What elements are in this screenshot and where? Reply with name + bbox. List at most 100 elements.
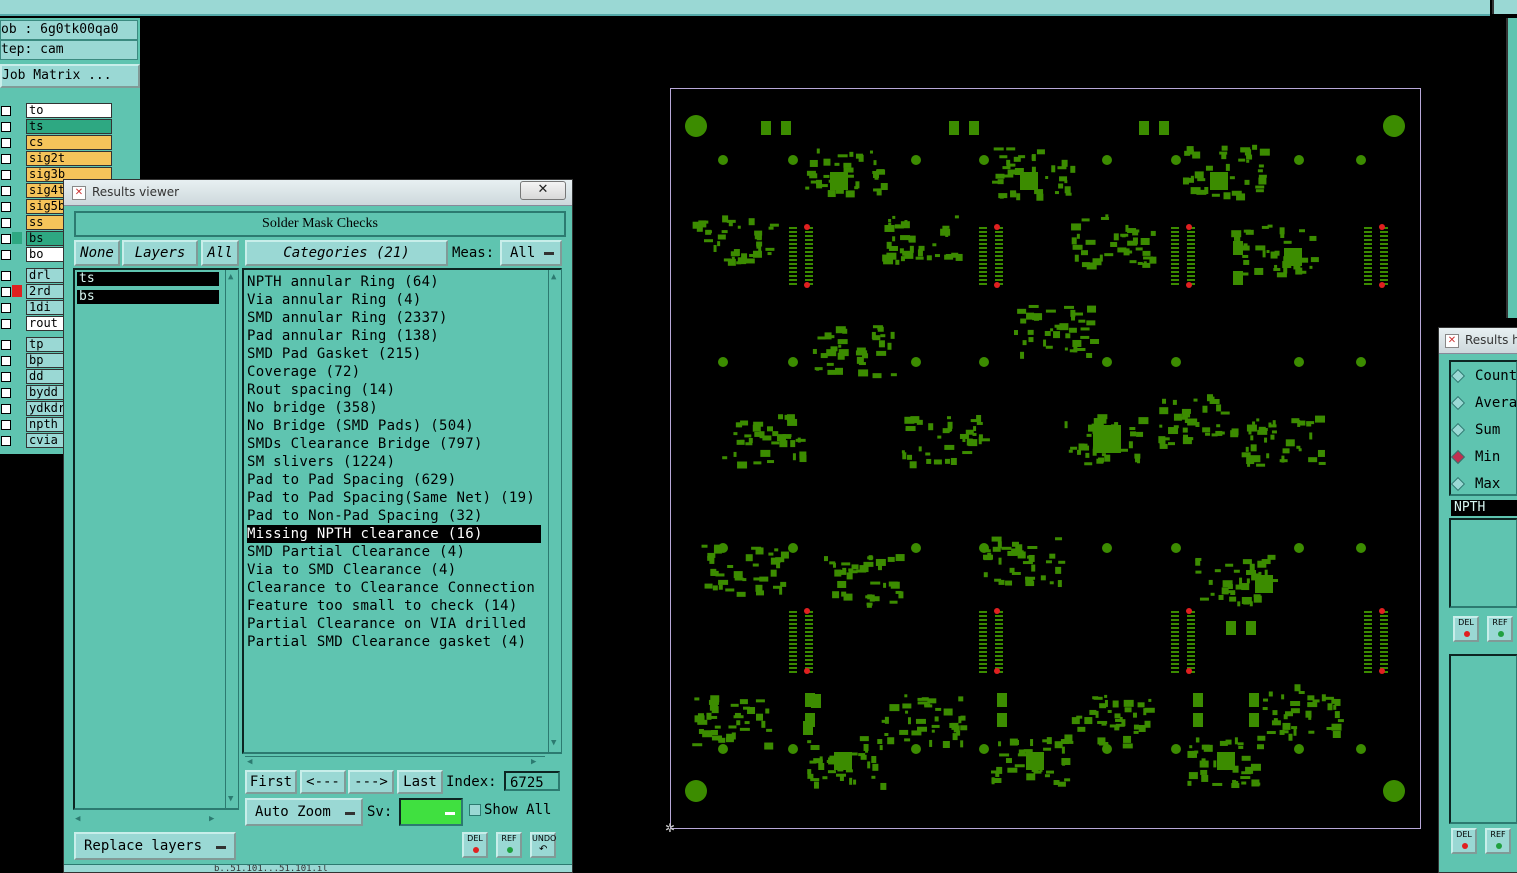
- layer-checkbox[interactable]: [1, 287, 11, 297]
- layers-vscroll[interactable]: ▲ ▼: [225, 270, 238, 808]
- layer-row-sig2t[interactable]: sig2t: [0, 151, 140, 166]
- radio-icon[interactable]: [1450, 368, 1466, 384]
- layer-checkbox[interactable]: [1, 106, 11, 116]
- radio-icon[interactable]: [1450, 422, 1466, 438]
- scroll-down-icon[interactable]: ▼: [551, 738, 556, 748]
- delete-button-right[interactable]: DEL: [1453, 616, 1479, 642]
- job-matrix-button[interactable]: Job Matrix ...: [0, 64, 140, 88]
- radio-icon[interactable]: [1450, 476, 1466, 492]
- layer-row-ts[interactable]: ts: [0, 119, 140, 134]
- sv-color-select[interactable]: [399, 798, 463, 826]
- radio-icon[interactable]: [1450, 395, 1466, 411]
- categories-vscroll[interactable]: ▲ ▼: [548, 270, 561, 752]
- results-histogram-titlebar[interactable]: ✕ Results h: [1439, 328, 1517, 354]
- categories-hscroll[interactable]: ◀ ▶: [245, 756, 545, 769]
- layer-name[interactable]: cs: [26, 135, 112, 150]
- layer-checkbox[interactable]: [1, 218, 11, 228]
- layers-none-button[interactable]: None: [74, 240, 120, 266]
- category-item[interactable]: SMD annular Ring (2337): [247, 309, 541, 327]
- category-item[interactable]: Pad to Pad Spacing(Same Net) (19): [247, 489, 541, 507]
- category-item[interactable]: Coverage (72): [247, 363, 541, 381]
- layer-checkbox[interactable]: [1, 372, 11, 382]
- category-item[interactable]: NPTH annular Ring (64): [247, 273, 541, 291]
- layer-checkbox[interactable]: [1, 303, 11, 313]
- refresh-button-right[interactable]: REF: [1487, 616, 1513, 642]
- meas-select[interactable]: All: [500, 240, 562, 266]
- layer-list-item[interactable]: ts: [77, 272, 219, 286]
- scroll-right-icon[interactable]: ▶: [209, 814, 214, 824]
- category-item[interactable]: Partial SMD Clearance gasket (4): [247, 633, 541, 651]
- category-item[interactable]: No bridge (358): [247, 399, 541, 417]
- layers-toggle-button[interactable]: Layers: [122, 240, 198, 266]
- scroll-right-icon[interactable]: ▶: [531, 757, 536, 767]
- first-button[interactable]: First: [245, 770, 297, 794]
- category-item[interactable]: Partial Clearance on VIA drilled: [247, 615, 541, 633]
- category-item[interactable]: Missing NPTH clearance (16): [247, 525, 541, 543]
- layer-checkbox[interactable]: [1, 319, 11, 329]
- layer-list-item[interactable]: bs: [77, 290, 219, 304]
- layer-checkbox[interactable]: [1, 186, 11, 196]
- close-button[interactable]: ✕: [520, 181, 566, 200]
- layer-checkbox[interactable]: [1, 420, 11, 430]
- categories-button[interactable]: Categories (21): [245, 240, 448, 266]
- pcb-canvas[interactable]: [670, 88, 1421, 829]
- categories-list[interactable]: NPTH annular Ring (64) Via annular Ring (…: [242, 268, 562, 754]
- measure-option-avera[interactable]: Avera: [1450, 391, 1517, 415]
- selected-field[interactable]: NPTH: [1451, 500, 1517, 516]
- category-item[interactable]: Via annular Ring (4): [247, 291, 541, 309]
- layer-name[interactable]: sig2t: [26, 151, 112, 166]
- radio-icon[interactable]: [1450, 449, 1466, 465]
- layer-row-cs[interactable]: cs: [0, 135, 140, 150]
- measure-option-count[interactable]: Count: [1450, 364, 1517, 388]
- layer-checkbox[interactable]: [1, 250, 11, 260]
- layer-row-to[interactable]: to: [0, 103, 140, 118]
- scroll-down-icon[interactable]: ▼: [228, 794, 233, 804]
- layer-checkbox[interactable]: [1, 138, 11, 148]
- category-item[interactable]: Clearance to Clearance Connection: [247, 579, 541, 597]
- category-item[interactable]: SMD Pad Gasket (215): [247, 345, 541, 363]
- delete-button-right-bottom[interactable]: DEL: [1451, 828, 1477, 854]
- layer-checkbox[interactable]: [1, 154, 11, 164]
- show-all-checkbox[interactable]: [469, 804, 481, 816]
- measure-option-min[interactable]: Min: [1450, 445, 1517, 469]
- next-button[interactable]: --->: [348, 770, 394, 794]
- layer-checkbox[interactable]: [1, 388, 11, 398]
- category-item[interactable]: Via to SMD Clearance (4): [247, 561, 541, 579]
- results-viewer-titlebar[interactable]: ✕ Results viewer ✕: [64, 180, 572, 206]
- category-item[interactable]: Pad annular Ring (138): [247, 327, 541, 345]
- category-item[interactable]: SM slivers (1224): [247, 453, 541, 471]
- measure-option-max[interactable]: Max: [1450, 472, 1517, 496]
- index-input[interactable]: 6725: [504, 771, 560, 791]
- category-item[interactable]: Feature too small to check (14): [247, 597, 541, 615]
- category-item[interactable]: SMD Partial Clearance (4): [247, 543, 541, 561]
- category-item[interactable]: Rout spacing (14): [247, 381, 541, 399]
- last-button[interactable]: Last: [397, 770, 443, 794]
- measure-option-sum[interactable]: Sum: [1450, 418, 1517, 442]
- delete-button[interactable]: DEL: [462, 832, 488, 858]
- category-item[interactable]: Pad to Pad Spacing (629): [247, 471, 541, 489]
- layer-checkbox[interactable]: [1, 271, 11, 281]
- layer-name[interactable]: to: [26, 103, 112, 118]
- layers-all-button[interactable]: All: [201, 240, 239, 266]
- layer-checkbox[interactable]: [1, 436, 11, 446]
- scroll-up-icon[interactable]: ▲: [228, 272, 233, 282]
- category-item[interactable]: Pad to Non-Pad Spacing (32): [247, 507, 541, 525]
- layer-name[interactable]: ts: [26, 119, 112, 134]
- layer-checkbox[interactable]: [1, 404, 11, 414]
- auto-zoom-select[interactable]: Auto Zoom: [245, 798, 363, 826]
- scroll-left-icon[interactable]: ◀: [75, 814, 80, 824]
- refresh-button[interactable]: REF: [496, 832, 522, 858]
- scroll-left-icon[interactable]: ◀: [247, 757, 252, 767]
- undo-button[interactable]: UNDO ↶: [530, 832, 556, 858]
- layer-checkbox[interactable]: [1, 122, 11, 132]
- category-item[interactable]: No Bridge (SMD Pads) (504): [247, 417, 541, 435]
- layers-list[interactable]: ts bs ▲ ▼: [73, 268, 239, 810]
- pcb-graphics[interactable]: [671, 89, 1420, 828]
- layer-checkbox[interactable]: [1, 356, 11, 366]
- scroll-up-icon[interactable]: ▲: [551, 272, 556, 282]
- layers-hscroll[interactable]: ◀ ▶: [73, 814, 223, 826]
- replace-layers-select[interactable]: Replace layers: [74, 832, 236, 860]
- refresh-button-right-bottom[interactable]: REF: [1485, 828, 1511, 854]
- layer-checkbox[interactable]: [1, 170, 11, 180]
- layer-checkbox[interactable]: [1, 340, 11, 350]
